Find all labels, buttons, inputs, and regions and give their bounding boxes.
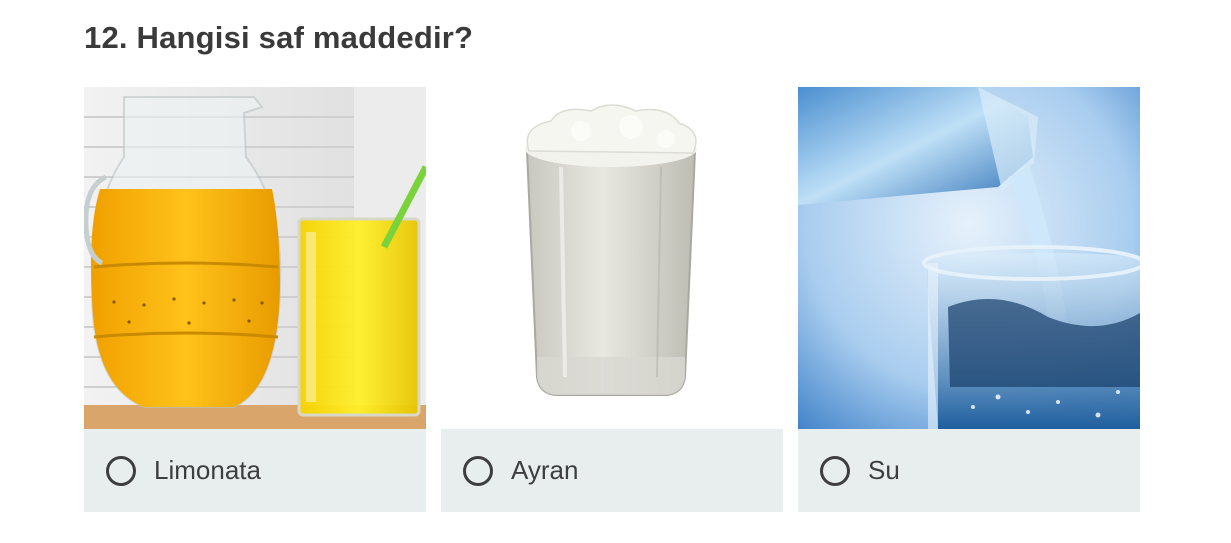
option-footer[interactable]: Su xyxy=(798,429,1140,512)
question-title: 12. Hangisi saf maddedir? xyxy=(84,20,474,55)
answer-options: Limonata Ayran Su xyxy=(84,87,1140,512)
option-label[interactable]: Limonata xyxy=(154,455,261,486)
radio-button-icon[interactable] xyxy=(820,455,850,486)
lemonade-image[interactable] xyxy=(84,87,426,429)
radio-button-icon[interactable] xyxy=(463,455,493,486)
lemonade-illustration xyxy=(84,87,426,429)
option-label[interactable]: Su xyxy=(868,455,900,486)
option-su[interactable]: Su xyxy=(798,87,1140,512)
option-footer[interactable]: Ayran xyxy=(441,429,783,512)
ayran-image[interactable] xyxy=(441,87,783,429)
option-footer[interactable]: Limonata xyxy=(84,429,426,512)
option-ayran[interactable]: Ayran xyxy=(441,87,783,512)
option-label[interactable]: Ayran xyxy=(511,455,578,486)
radio-button-icon[interactable] xyxy=(106,455,136,486)
water-illustration xyxy=(798,87,1140,429)
water-image[interactable] xyxy=(798,87,1140,429)
option-limonata[interactable]: Limonata xyxy=(84,87,426,512)
ayran-illustration xyxy=(441,87,783,429)
